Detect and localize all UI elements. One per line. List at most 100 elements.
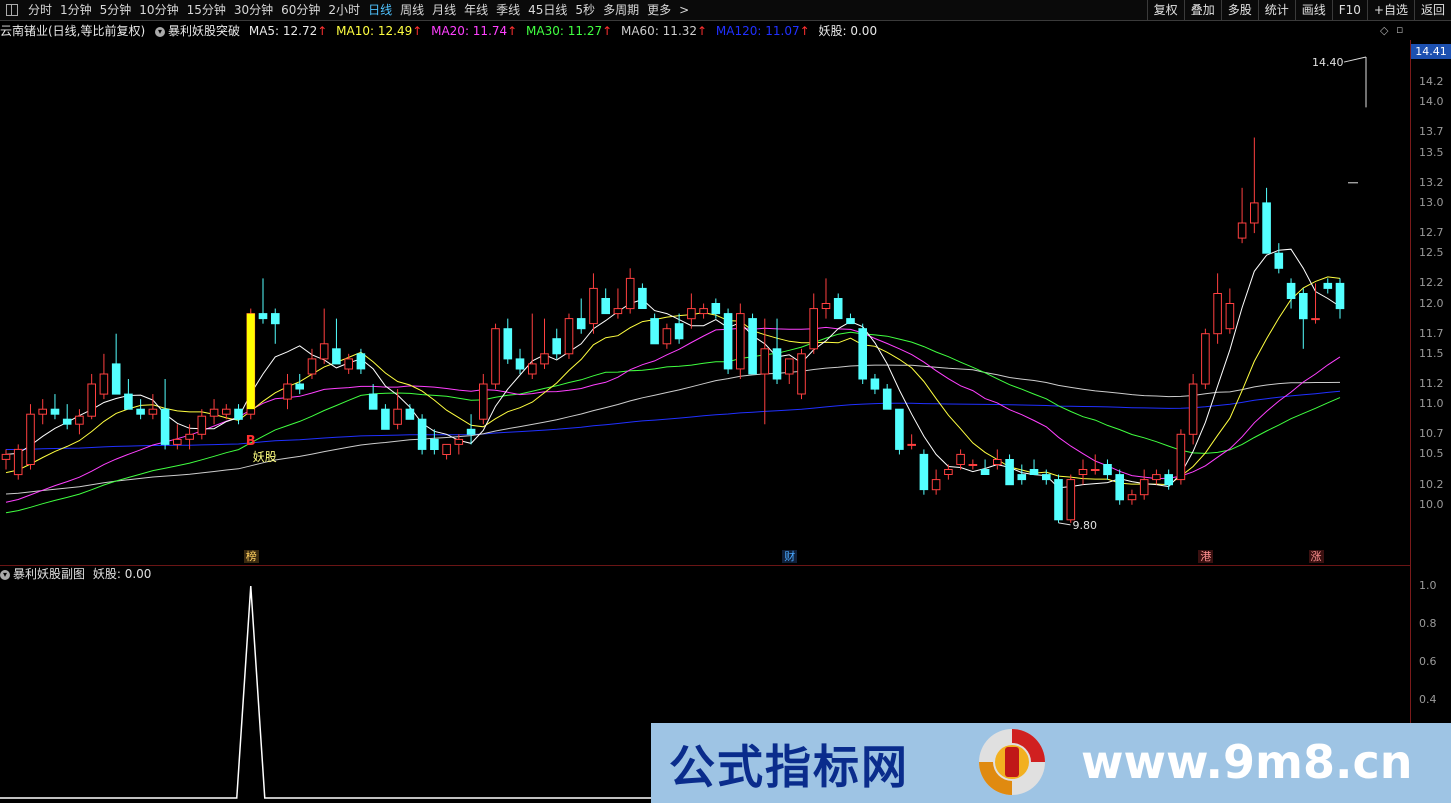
candle-body — [1262, 202, 1271, 254]
price-axis[interactable]: 14.2 14.0 13.7 13.5 13.2 13.0 12.7 12.5 12.2 12.0… — [1410, 40, 1451, 565]
candle-body — [258, 313, 268, 320]
period-tab[interactable]: 5秒 — [571, 0, 599, 20]
candle — [124, 378, 133, 410]
candle — [1311, 283, 1320, 324]
price-axis-label: 11.5 — [1419, 346, 1444, 360]
expand-icon[interactable]: ▫ — [1396, 23, 1403, 36]
candle-body — [699, 308, 708, 315]
candle — [491, 323, 500, 390]
toolbar-button[interactable]: 返回 — [1413, 0, 1451, 20]
period-tab[interactable]: 日线 — [364, 0, 396, 20]
indicator-name[interactable]: 暴利妖股突破 — [168, 24, 240, 38]
candle-body — [185, 433, 194, 440]
candle — [1078, 459, 1088, 485]
candle-body — [1090, 469, 1100, 471]
candle-body — [687, 308, 696, 320]
period-tab[interactable]: 更多 — [643, 0, 675, 20]
candle — [479, 373, 488, 425]
toolbar-button[interactable]: F10 — [1331, 0, 1367, 20]
candle-body — [797, 353, 806, 395]
candle — [601, 288, 611, 315]
event-marker[interactable]: 港 — [1198, 550, 1214, 563]
candle — [430, 429, 439, 455]
period-tab[interactable]: 30分钟 — [230, 0, 277, 20]
period-tab[interactable]: 2小时 — [324, 0, 364, 20]
toolbar-actions: 复权 叠加 多股 统计 画线 F10 +自选 返回 — [1146, 0, 1451, 20]
period-tab[interactable]: 季线 — [492, 0, 524, 20]
candle — [711, 298, 721, 319]
toolbar-button[interactable]: 叠加 — [1183, 0, 1221, 20]
indicator-menu-icon[interactable]: ▾ — [155, 26, 166, 37]
period-tab[interactable]: 1分钟 — [56, 0, 96, 20]
price-axis-label: 13.7 — [1419, 125, 1444, 139]
candle-body — [528, 363, 537, 375]
candle-body — [919, 453, 929, 491]
period-tab[interactable]: 年线 — [460, 0, 492, 20]
candle — [393, 389, 402, 430]
price-axis-label: 10.2 — [1419, 477, 1444, 491]
candle-body — [968, 464, 978, 466]
candle-body — [1225, 303, 1235, 330]
candle — [1176, 429, 1186, 485]
candle — [13, 444, 23, 480]
period-tab[interactable]: 45日线 — [524, 0, 571, 20]
event-marker[interactable]: 榜 — [243, 550, 259, 563]
event-marker[interactable]: 涨 — [1308, 550, 1324, 563]
candle-body — [111, 363, 121, 395]
price-axis-label: 11.2 — [1419, 377, 1444, 391]
toolbar-button[interactable]: +自选 — [1366, 0, 1414, 20]
candle-body — [576, 318, 586, 330]
period-tab[interactable]: 10分钟 — [135, 0, 182, 20]
period-tab[interactable]: 周线 — [396, 0, 428, 20]
chevron-right-icon[interactable]: > — [675, 0, 693, 20]
candle-body — [564, 318, 574, 355]
diamond-icon[interactable]: ◇ — [1380, 24, 1388, 37]
toolbar-button[interactable]: 多股 — [1220, 0, 1258, 20]
candle-body — [552, 338, 562, 355]
period-tab[interactable]: 5分钟 — [96, 0, 136, 20]
layout-icon[interactable] — [6, 4, 18, 16]
candle — [62, 404, 72, 430]
period-tab[interactable]: 60分钟 — [277, 0, 324, 20]
period-tab[interactable]: 分时 — [24, 0, 56, 20]
period-tab[interactable]: 月线 — [428, 0, 460, 20]
candlestick-chart[interactable]: B妖股 14.40 9.80 — [0, 40, 1410, 565]
candle-body — [1054, 479, 1063, 521]
pane-divider[interactable] — [0, 565, 1410, 566]
event-marker[interactable]: 财 — [782, 550, 798, 563]
candle — [283, 373, 292, 410]
ma20-line — [5, 326, 1341, 503]
candle-body — [944, 469, 953, 475]
candle — [442, 443, 451, 460]
candle-body — [674, 323, 684, 340]
up-arrow-icon: ↑ — [602, 24, 613, 38]
period-tab[interactable]: 多周期 — [599, 0, 643, 20]
candle-body — [1029, 469, 1039, 475]
candle — [381, 404, 390, 430]
candle-body — [1299, 293, 1308, 320]
sub-indicator-name[interactable]: 暴利妖股副图 — [13, 567, 85, 581]
candle-body — [1005, 459, 1014, 486]
candle — [907, 434, 917, 450]
price-axis-label: 11.0 — [1419, 397, 1444, 411]
candle — [699, 303, 708, 319]
ma30-line — [5, 331, 1341, 514]
up-arrow-icon: ↑ — [799, 24, 810, 38]
candle — [148, 394, 158, 420]
toolbar-button[interactable]: 统计 — [1257, 0, 1295, 20]
high-price-label: 14.40 — [1312, 56, 1344, 69]
candle-body — [344, 358, 353, 370]
toolbar-button[interactable]: 复权 — [1146, 0, 1184, 20]
candle-body — [295, 383, 304, 390]
candle-body — [515, 358, 525, 370]
candle-body — [1, 453, 11, 460]
indicator-menu-icon[interactable]: ▾ — [0, 569, 10, 580]
candle-body — [466, 428, 476, 435]
period-tab[interactable]: 15分钟 — [183, 0, 230, 20]
candle-body — [1078, 469, 1088, 475]
candle — [197, 409, 207, 440]
price-axis-label: 12.7 — [1419, 226, 1444, 240]
candle-body — [846, 318, 855, 325]
candle-body — [491, 328, 500, 385]
toolbar-button[interactable]: 画线 — [1294, 0, 1332, 20]
